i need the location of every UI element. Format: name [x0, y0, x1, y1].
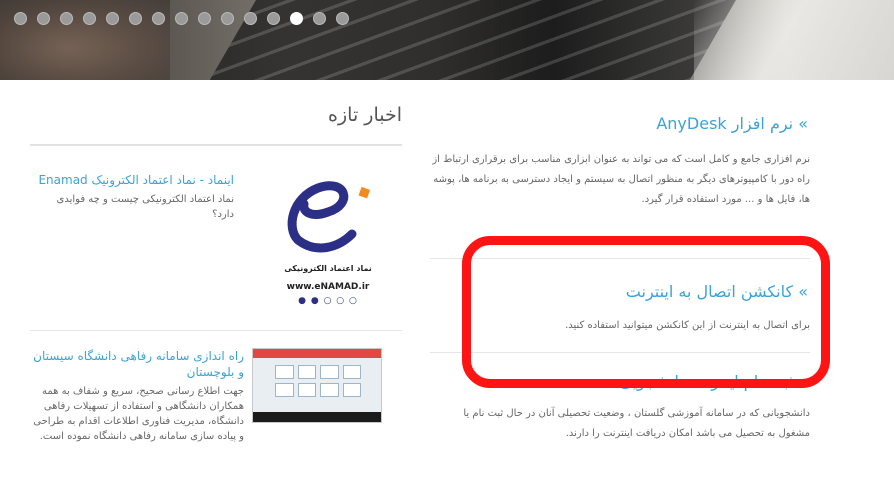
- news-item-excerpt: جهت اطلاع رسانی صحیح، سریع و شفاف به همه…: [33, 386, 244, 442]
- hero-light-overlay: [694, 0, 894, 80]
- thumbnail-tile: [342, 383, 361, 397]
- section-body-anydesk: نرم افزاری جامع و کامل است که می تواند ب…: [432, 154, 810, 205]
- news-item-divider: [30, 330, 402, 331]
- section-title-connection[interactable]: » کانکشن اتصال به اینترنت: [430, 282, 808, 301]
- enamad-e-icon: [287, 181, 371, 253]
- section-divider: [430, 258, 810, 259]
- section-divider: [430, 352, 810, 353]
- slider-dot[interactable]: [60, 12, 73, 25]
- slider-dot[interactable]: [313, 12, 326, 25]
- slider-dot[interactable]: [129, 12, 142, 25]
- enamad-caption: نماد اعتماد الکترونیکی: [284, 264, 372, 273]
- slider-dot[interactable]: [152, 12, 165, 25]
- news-section-title: اخبار تازه: [328, 104, 402, 126]
- hero-banner: [0, 0, 894, 80]
- news-title-divider: [30, 144, 402, 146]
- slider-dot[interactable]: [37, 12, 50, 25]
- slider-dots: [14, 12, 349, 25]
- thumbnail-header-bar: [253, 349, 381, 358]
- thumbnail-tile: [275, 365, 294, 379]
- section-body-student-internet: دانشجویانی که در سامانه آموزشی گلستان ، …: [463, 408, 810, 439]
- thumbnail-grid: [275, 365, 361, 397]
- slider-dot[interactable]: [221, 12, 234, 25]
- slider-dot[interactable]: [106, 12, 119, 25]
- slider-dot[interactable]: [198, 12, 211, 25]
- news-item[interactable]: راه اندازی سامانه رفاهی دانشگاه سیستان و…: [30, 348, 244, 444]
- thumbnail-tile: [320, 365, 339, 379]
- section-title-student-internet[interactable]: » ثبت نام اینترنت دانشجویی: [430, 372, 808, 391]
- news-item[interactable]: اینماد - نماد اعتماد الکترونیک Enamad نم…: [38, 172, 234, 222]
- slider-dot[interactable]: [175, 12, 188, 25]
- enamad-stars: ● ● ○ ○ ○: [298, 296, 358, 306]
- enamad-url: www.eNAMAD.ir: [286, 282, 370, 292]
- section-title-anydesk[interactable]: » نرم افزار AnyDesk: [430, 114, 808, 133]
- enamad-logo[interactable]: نماد اعتماد الکترونیکی www.eNAMAD.ir ● ●…: [268, 168, 388, 308]
- news-item-headline[interactable]: راه اندازی سامانه رفاهی دانشگاه سیستان و…: [30, 348, 244, 380]
- slider-dot[interactable]: [244, 12, 257, 25]
- thumbnail-tile: [297, 383, 316, 397]
- thumbnail-footer: [253, 412, 381, 422]
- news-item-headline[interactable]: اینماد - نماد اعتماد الکترونیک Enamad: [38, 172, 234, 188]
- slider-dot[interactable]: [290, 12, 303, 25]
- slider-dot[interactable]: [14, 12, 27, 25]
- thumbnail-tile: [275, 383, 294, 397]
- news-item-excerpt: نماد اعتماد الکترونیکی چیست و چه فوایدی …: [56, 194, 234, 220]
- section-body-connection: برای اتصال به اینترنت از این کانکشن میتو…: [565, 320, 810, 331]
- slider-dot[interactable]: [267, 12, 280, 25]
- thumbnail-tile: [342, 365, 361, 379]
- slider-dot[interactable]: [83, 12, 96, 25]
- thumbnail-tile: [320, 383, 339, 397]
- thumbnail-tile: [297, 365, 316, 379]
- slider-dot[interactable]: [336, 12, 349, 25]
- news-thumbnail[interactable]: [252, 348, 382, 423]
